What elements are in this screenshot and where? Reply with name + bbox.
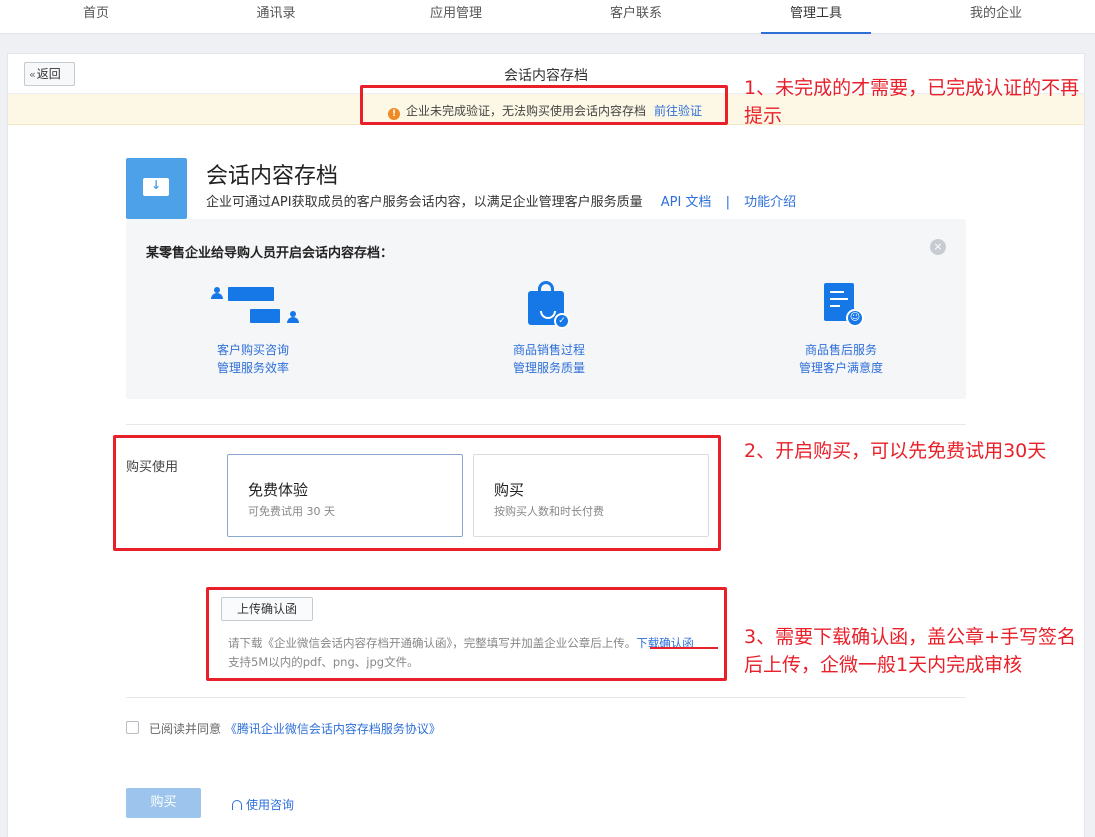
service-agreement-link[interactable]: 《腾讯企业微信会话内容存档服务协议》	[225, 722, 441, 736]
consult-label: 使用咨询	[246, 798, 295, 812]
buy-button[interactable]: 购买	[126, 788, 201, 818]
nav-tab-my-enterprise[interactable]: 我的企业	[941, 0, 1051, 34]
option-title: 免费体验	[248, 481, 309, 499]
option-subtitle: 可免费试用 30 天	[248, 505, 335, 518]
scenario-item: 客户购买咨询 管理服务效率	[143, 279, 363, 377]
link-separator: |	[725, 195, 730, 210]
free-trial-option[interactable]: 免费体验 可免费试用 30 天	[227, 454, 463, 537]
option-subtitle: 按购买人数和时长付费	[494, 505, 604, 518]
divider	[126, 697, 966, 698]
top-nav: 首页 通讯录 应用管理 客户联系 管理工具 我的企业	[0, 0, 1095, 34]
annotation-underline	[650, 647, 718, 649]
close-icon[interactable]: ×	[930, 239, 946, 255]
scenario-item-line1: 商品售后服务	[804, 343, 877, 357]
scenario-title: 某零售企业给导购人员开启会话内容存档：	[146, 246, 394, 261]
upload-file-hint: 支持5M以内的pdf、png、jpg文件。	[228, 655, 419, 669]
document-smile-icon: ☺	[818, 279, 864, 341]
agreement-text: 已阅读并同意 《腾讯企业微信会话内容存档服务协议》	[149, 720, 441, 737]
scenario-item-line2: 管理客户满意度	[798, 361, 883, 375]
nav-tab-customer-contact[interactable]: 客户联系	[581, 0, 691, 34]
archive-download-icon	[126, 158, 187, 219]
nav-tab-home[interactable]: 首页	[41, 0, 151, 34]
nav-tab-contacts[interactable]: 通讯录	[221, 0, 331, 34]
annotation-note-3: 3、需要下载确认函，盖公章+手写签名后上传，企微一般1天内完成审核	[744, 626, 1077, 676]
warning-icon: !	[388, 108, 400, 120]
product-title: 会话内容存档	[206, 164, 339, 189]
shopping-bag-icon: ✓	[526, 279, 572, 341]
feature-intro-link[interactable]: 功能介绍	[744, 195, 796, 210]
product-description-text: 企业可通过API获取成员的客户服务会话内容，以满足企业管理客户服务质量	[206, 195, 643, 210]
chat-icon	[203, 279, 303, 341]
product-description: 企业可通过API获取成员的客户服务会话内容，以满足企业管理客户服务质量 API …	[206, 191, 796, 210]
nav-tab-management-tools[interactable]: 管理工具	[761, 0, 871, 34]
buy-option[interactable]: 购买 按购买人数和时长付费	[473, 454, 709, 537]
agreement-checkbox[interactable]	[126, 721, 139, 734]
upload-confirmation-button[interactable]: 上传确认函	[221, 597, 313, 621]
consult-link[interactable]: 使用咨询	[232, 796, 294, 813]
annotation-note-1: 1、未完成的才需要，已完成认证的不再提示	[744, 77, 1080, 127]
scenario-item-line1: 客户购买咨询	[216, 343, 289, 357]
go-verify-link[interactable]: 前往验证	[654, 104, 702, 118]
scenario-item-line1: 商品销售过程	[512, 343, 585, 357]
api-doc-link[interactable]: API 文档	[661, 195, 712, 210]
nav-tab-app-management[interactable]: 应用管理	[401, 0, 511, 34]
scenario-item-line2: 管理服务质量	[512, 361, 585, 375]
upload-instructions-text: 请下载《企业微信会话内容存档开通确认函》，完整填写并加盖企业公章后上传。	[228, 636, 637, 650]
purchase-label: 购买使用	[126, 460, 179, 475]
headset-icon	[232, 800, 242, 810]
agreement-prefix: 已阅读并同意	[149, 722, 222, 736]
scenario-item: ☺ 商品售后服务 管理客户满意度	[731, 279, 951, 377]
scenario-item: ✓ 商品销售过程 管理服务质量	[439, 279, 659, 377]
option-title: 购买	[494, 481, 525, 499]
annotation-note-2: 2、开启购买，可以先免费试用30天	[744, 440, 1047, 462]
warning-text: 企业未完成验证，无法购买使用会话内容存档	[406, 104, 647, 118]
scenario-item-line2: 管理服务效率	[216, 361, 289, 375]
divider	[126, 424, 966, 425]
scenario-panel: 某零售企业给导购人员开启会话内容存档： × 客户购买咨询 管理服务效率 ✓ 商品…	[126, 219, 966, 399]
upload-instructions: 请下载《企业微信会话内容存档开通确认函》，完整填写并加盖企业公章后上传。下载确认…	[228, 635, 694, 651]
